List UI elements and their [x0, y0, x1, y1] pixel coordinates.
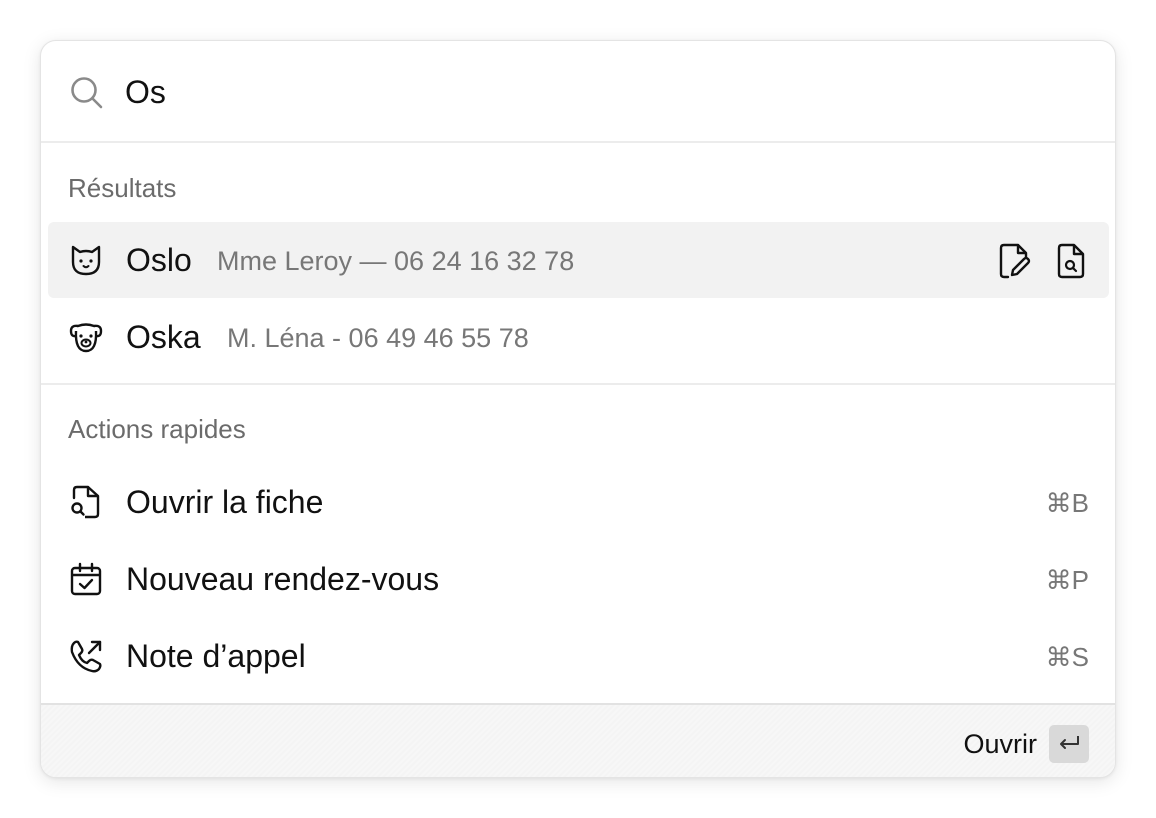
enter-key-icon	[1049, 725, 1089, 763]
command-palette: Résultats Oslo Mme Leroy — 06 24 16 32 7…	[40, 40, 1116, 778]
result-row-oslo[interactable]: Oslo Mme Leroy — 06 24 16 32 78	[48, 222, 1109, 298]
section-divider	[41, 383, 1115, 385]
open-button[interactable]: Ouvrir	[963, 725, 1089, 763]
action-call-note[interactable]: Note d’appel ⌘S	[48, 618, 1109, 694]
result-meta: Mme Leroy — 06 24 16 32 78	[217, 246, 575, 276]
open-label: Ouvrir	[963, 728, 1038, 759]
action-label: Note d’appel	[126, 638, 306, 674]
results-section-label: Résultats	[68, 173, 177, 203]
result-name: Oska	[126, 319, 201, 355]
action-label: Ouvrir la fiche	[126, 484, 324, 520]
shortcut-hint: ⌘P	[1045, 565, 1089, 595]
shortcut-hint: ⌘B	[1045, 488, 1089, 518]
phone-outgoing-icon	[68, 638, 104, 674]
action-label: Nouveau rendez-vous	[126, 561, 440, 597]
edit-document-icon[interactable]	[996, 242, 1032, 280]
palette-footer: Ouvrir	[41, 703, 1115, 777]
search-bar	[41, 41, 1115, 143]
dog-icon	[68, 319, 104, 355]
action-open-record[interactable]: Ouvrir la fiche ⌘B	[48, 464, 1109, 540]
result-name: Oslo	[126, 242, 192, 278]
search-icon	[69, 75, 105, 111]
search-document-icon[interactable]	[1053, 242, 1089, 280]
shortcut-hint: ⌘S	[1045, 642, 1089, 672]
actions-section-label: Actions rapides	[68, 414, 246, 444]
action-new-appointment[interactable]: Nouveau rendez-vous ⌘P	[48, 541, 1109, 617]
file-search-icon	[68, 484, 104, 520]
result-row-oska[interactable]: Oska M. Léna - 06 49 46 55 78	[48, 299, 1109, 375]
result-meta: M. Léna - 06 49 46 55 78	[227, 323, 529, 353]
calendar-check-icon	[68, 561, 104, 597]
search-input[interactable]	[125, 71, 1025, 113]
cat-icon	[68, 242, 104, 278]
